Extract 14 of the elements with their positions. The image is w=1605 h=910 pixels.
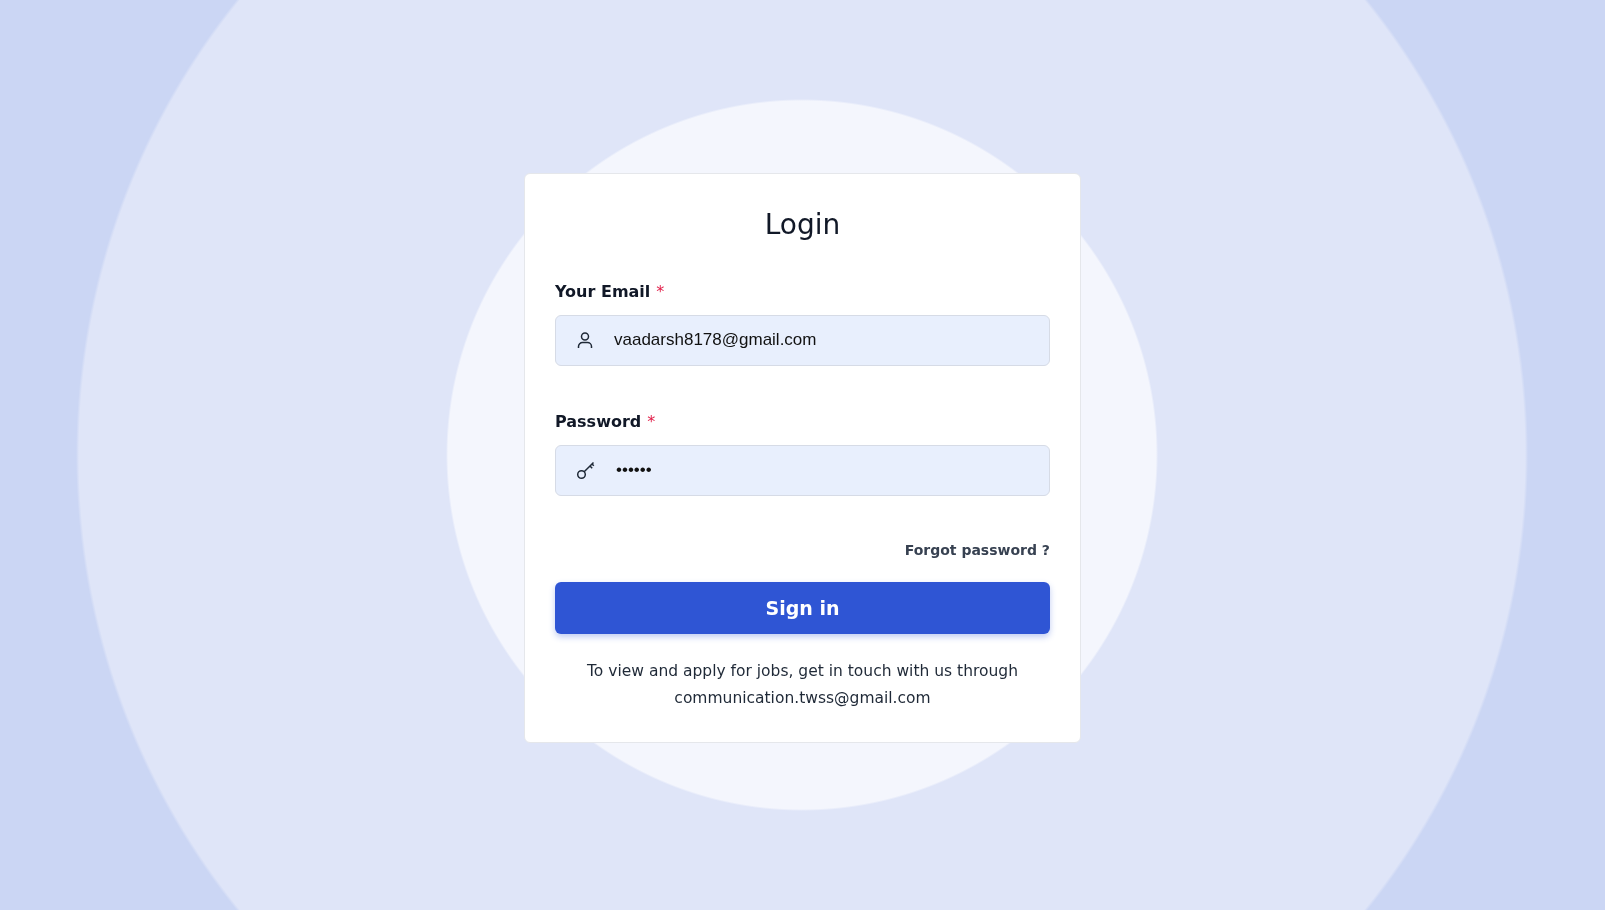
field-label: Password (555, 411, 642, 431)
field-value: vaadarsh8178@gmail.com (614, 330, 817, 351)
contact-note: To view and apply for jobs, get in touch with us through communication.twss@gmail.com (586, 660, 1019, 709)
required-mark: * (656, 281, 665, 301)
forgot-password-link[interactable]: Forgot password ? (904, 541, 1050, 558)
email-field[interactable]: vaadarsh8178@gmail.com (555, 314, 1050, 366)
field-value: •••••• (616, 460, 652, 481)
field-label: Your Email (555, 281, 651, 301)
required-mark: * (647, 411, 656, 431)
login-title: Login (763, 208, 842, 242)
password-field[interactable]: •••••• (555, 444, 1050, 496)
user-icon (576, 331, 594, 350)
sign-in-button[interactable]: Sign in (555, 581, 1050, 634)
key-icon (576, 460, 596, 481)
